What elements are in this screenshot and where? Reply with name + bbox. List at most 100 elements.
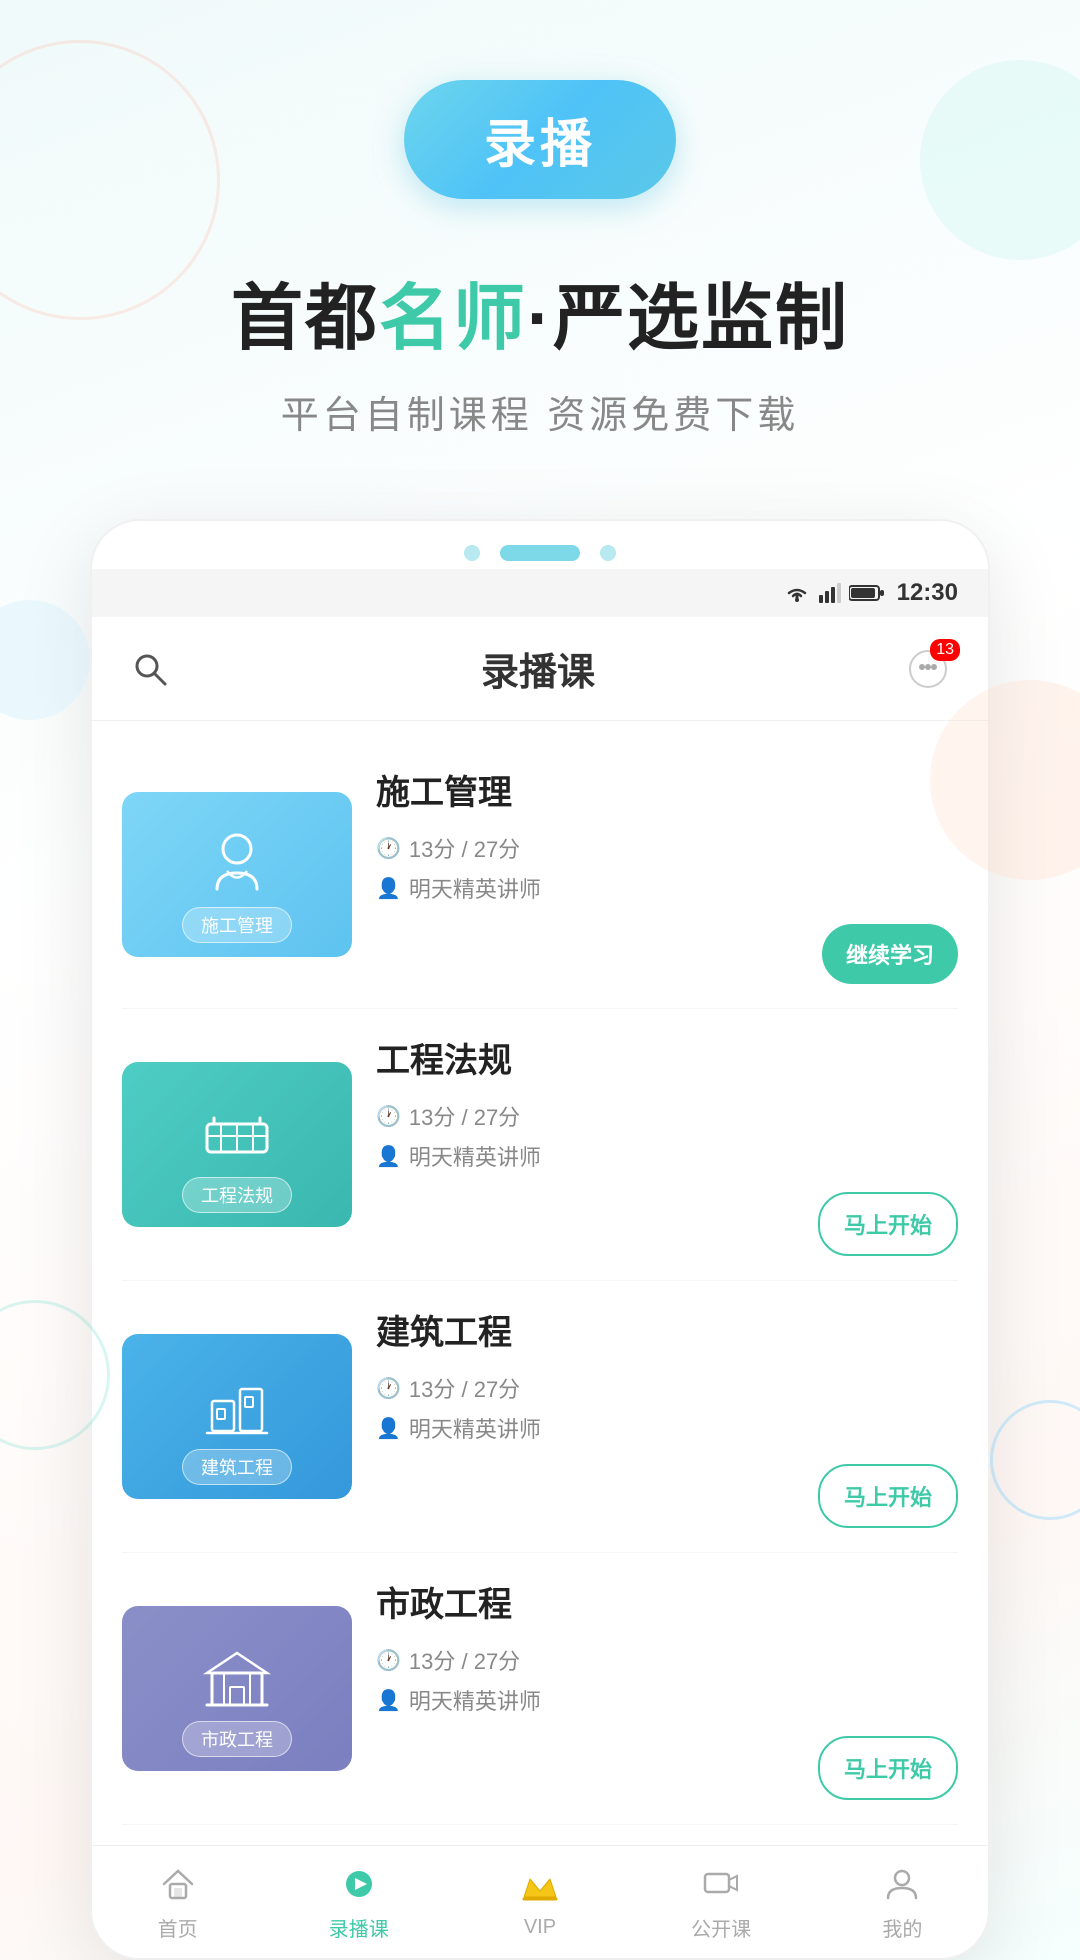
course-thumb-4[interactable]: 市政工程 xyxy=(122,1606,352,1771)
hero-title-part1: 首都 xyxy=(231,279,379,359)
course-btn-3[interactable]: 马上开始 xyxy=(818,1464,958,1528)
app-title: 录播课 xyxy=(481,641,595,696)
course-duration-row-3: 🕐 13分 / 27分 xyxy=(376,1372,958,1404)
course-thumb-icon-1 xyxy=(202,829,272,913)
nav-icon-wrap-home xyxy=(160,1866,196,1907)
course-thumb-icon-2 xyxy=(202,1104,272,1178)
hero-title-highlight: 名师 xyxy=(379,279,527,359)
course-duration-1: 13分 / 27分 xyxy=(409,832,520,864)
hero-badge[interactable]: 录播 xyxy=(404,80,676,199)
course-teacher-row-1: 👤 明天精英讲师 xyxy=(376,872,958,904)
hero-section: 录播 首都名师·严选监制 平台自制课程 资源免费下载 xyxy=(0,0,1080,479)
course-thumb-1[interactable]: 施工管理 xyxy=(122,792,352,957)
course-btn-4[interactable]: 马上开始 xyxy=(818,1736,958,1800)
nav-item-home[interactable]: 首页 xyxy=(158,1866,198,1942)
clock-icon-3: 🕐 xyxy=(376,1376,401,1401)
course-teacher-1: 明天精英讲师 xyxy=(409,872,541,904)
nav-icon-wrap-record xyxy=(341,1866,377,1907)
course-duration-3: 13分 / 27分 xyxy=(409,1372,520,1404)
nav-label-video: 公开课 xyxy=(691,1913,751,1942)
home-icon xyxy=(160,1889,196,1906)
course-teacher-2: 明天精英讲师 xyxy=(409,1140,541,1172)
dot-2-active xyxy=(500,545,580,561)
dot-3 xyxy=(600,545,616,561)
course-thumb-label-1: 施工管理 xyxy=(182,907,292,943)
course-teacher-4: 明天精英讲师 xyxy=(409,1684,541,1716)
course-meta-2: 🕐 13分 / 27分 👤 明天精英讲师 xyxy=(376,1100,958,1172)
course-thumb-label-3: 建筑工程 xyxy=(182,1449,292,1485)
course-duration-4: 13分 / 27分 xyxy=(409,1644,520,1676)
course-item-3: 建筑工程 建筑工程 🕐 13分 / 27分 👤 明天精英讲师 马上开始 xyxy=(122,1281,958,1553)
status-icons: 12:30 xyxy=(783,579,958,607)
course-thumb-3[interactable]: 建筑工程 xyxy=(122,1334,352,1499)
course-teacher-row-2: 👤 明天精英讲师 xyxy=(376,1140,958,1172)
phone-mockup: 12:30 录播课 13 xyxy=(90,519,990,1960)
course-teacher-3: 明天精英讲师 xyxy=(409,1412,541,1444)
nav-icon-wrap-video xyxy=(703,1866,739,1907)
teacher-icon-1: 👤 xyxy=(376,876,401,901)
course-thumb-2[interactable]: 工程法规 xyxy=(122,1062,352,1227)
course-btn-2[interactable]: 马上开始 xyxy=(818,1192,958,1256)
course-item-2: 工程法规 工程法规 🕐 13分 / 27分 👤 明天精英讲师 马上开始 xyxy=(122,1009,958,1281)
clock-icon-4: 🕐 xyxy=(376,1648,401,1673)
course-teacher-row-3: 👤 明天精英讲师 xyxy=(376,1412,958,1444)
course-name-3: 建筑工程 xyxy=(376,1305,958,1354)
course-thumb-label-2: 工程法规 xyxy=(182,1177,292,1213)
nav-icon-wrap-user xyxy=(884,1866,920,1907)
pagination-dots xyxy=(92,521,988,569)
clock-icon-1: 🕐 xyxy=(376,836,401,861)
vip-icon xyxy=(520,1892,560,1909)
course-thumb-icon-4 xyxy=(202,1643,272,1727)
nav-label-user: 我的 xyxy=(882,1913,922,1942)
course-thumb-icon-3 xyxy=(202,1371,272,1455)
course-info-2: 工程法规 🕐 13分 / 27分 👤 明天精英讲师 马上开始 xyxy=(376,1033,958,1256)
nav-label-vip: VIP xyxy=(524,1916,556,1939)
course-info-3: 建筑工程 🕐 13分 / 27分 👤 明天精英讲师 马上开始 xyxy=(376,1305,958,1528)
clock-icon-2: 🕐 xyxy=(376,1104,401,1129)
course-name-4: 市政工程 xyxy=(376,1577,958,1626)
nav-item-vip[interactable]: VIP xyxy=(520,1869,560,1939)
course-duration-row-2: 🕐 13分 / 27分 xyxy=(376,1100,958,1132)
nav-item-record[interactable]: 录播课 xyxy=(329,1866,389,1942)
course-name-1: 施工管理 xyxy=(376,765,958,814)
nav-item-user[interactable]: 我的 xyxy=(882,1866,922,1942)
nav-item-video[interactable]: 公开课 xyxy=(691,1866,751,1942)
phone-wrapper: 12:30 录播课 13 xyxy=(0,519,1080,1960)
search-icon xyxy=(131,650,169,688)
course-meta-3: 🕐 13分 / 27分 👤 明天精英讲师 xyxy=(376,1372,958,1444)
status-bar: 12:30 xyxy=(92,569,988,617)
course-item-1: 施工管理 施工管理 🕐 13分 / 27分 👤 明天精英讲师 继续学习 xyxy=(122,741,958,1009)
course-thumb-label-4: 市政工程 xyxy=(182,1721,292,1757)
record-icon xyxy=(341,1889,377,1906)
notification-badge: 13 xyxy=(930,639,960,661)
nav-label-home: 首页 xyxy=(158,1913,198,1942)
hero-subtitle: 平台自制课程 资源免费下载 xyxy=(281,384,800,439)
notification-button[interactable]: 13 xyxy=(904,645,952,693)
video-icon xyxy=(703,1889,739,1906)
status-time: 12:30 xyxy=(897,579,958,607)
signal-icon xyxy=(819,583,841,603)
course-meta-1: 🕐 13分 / 27分 👤 明天精英讲师 xyxy=(376,832,958,904)
nav-icon-wrap-vip xyxy=(520,1869,560,1910)
nav-label-record: 录播课 xyxy=(329,1913,389,1942)
course-name-2: 工程法规 xyxy=(376,1033,958,1082)
teacher-icon-2: 👤 xyxy=(376,1144,401,1169)
course-duration-row-4: 🕐 13分 / 27分 xyxy=(376,1644,958,1676)
course-meta-4: 🕐 13分 / 27分 👤 明天精英讲师 xyxy=(376,1644,958,1716)
teacher-icon-3: 👤 xyxy=(376,1416,401,1441)
course-teacher-row-4: 👤 明天精英讲师 xyxy=(376,1684,958,1716)
course-info-1: 施工管理 🕐 13分 / 27分 👤 明天精英讲师 继续学习 xyxy=(376,765,958,984)
dot-1 xyxy=(464,545,480,561)
course-info-4: 市政工程 🕐 13分 / 27分 👤 明天精英讲师 马上开始 xyxy=(376,1577,958,1800)
user-icon xyxy=(884,1889,920,1906)
app-header: 录播课 13 xyxy=(92,617,988,721)
course-item-4: 市政工程 市政工程 🕐 13分 / 27分 👤 明天精英讲师 马上开始 xyxy=(122,1553,958,1825)
course-btn-1[interactable]: 继续学习 xyxy=(822,924,958,984)
course-duration-row-1: 🕐 13分 / 27分 xyxy=(376,832,958,864)
hero-title: 首都名师·严选监制 xyxy=(231,259,849,364)
teacher-icon-4: 👤 xyxy=(376,1688,401,1713)
search-button[interactable] xyxy=(128,647,172,691)
course-list: 施工管理 施工管理 🕐 13分 / 27分 👤 明天精英讲师 继续学习 工程法规 xyxy=(92,721,988,1845)
wifi-icon xyxy=(783,583,811,603)
battery-icon xyxy=(849,583,885,603)
